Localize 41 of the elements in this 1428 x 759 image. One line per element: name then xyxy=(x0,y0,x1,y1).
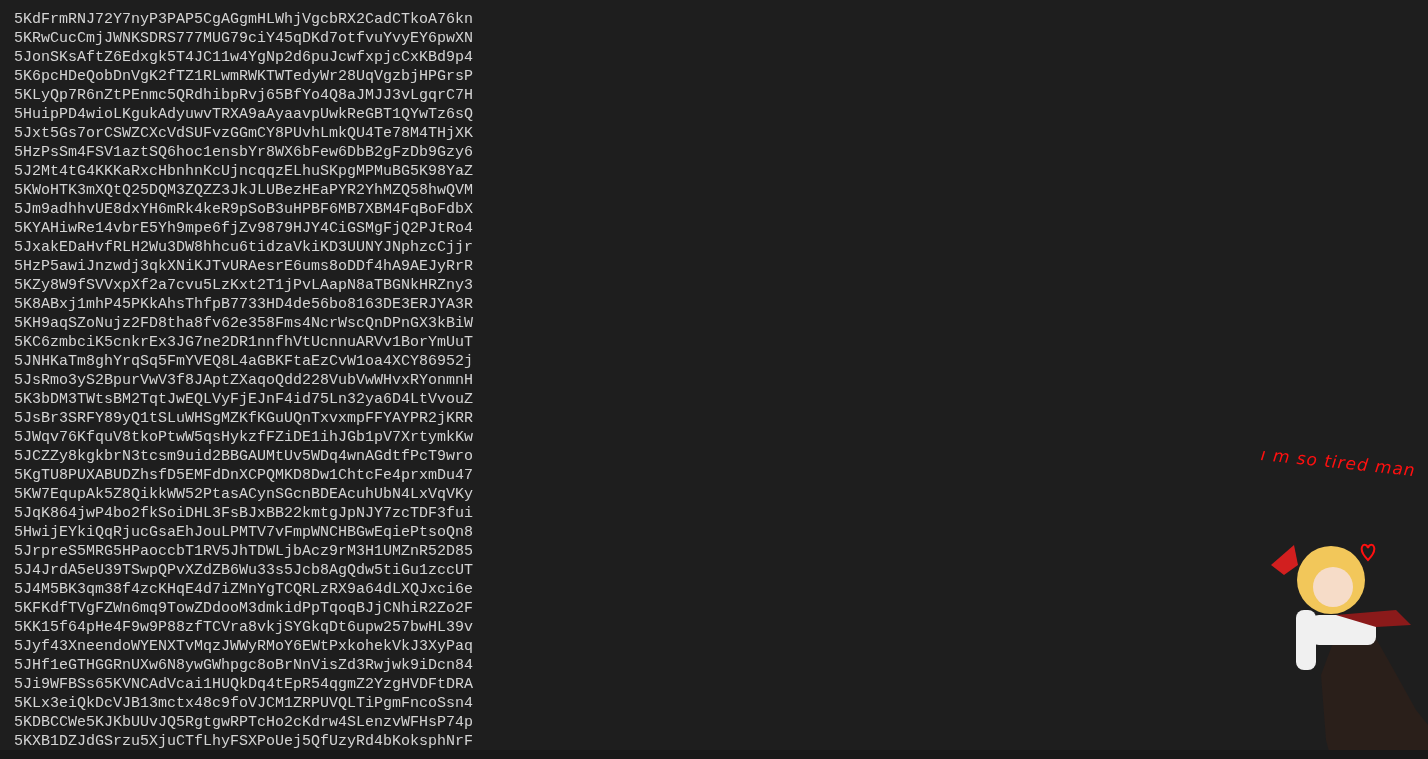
key-line: 5KgTU8PUXABUDZhsfD5EMFdDnXCPQMKD8Dw1ChtcFe4prxmDu47 xyxy=(14,466,474,485)
key-line: 5JqK864jwP4bo2fkSoiDHL3FsBJxBB22kmtgJpNJY7zcTDF3fui xyxy=(14,504,474,523)
key-line: 5KXB1DZJdGSrzu5XjuCTfLhyFSXPoUej5QfUzyRd4bKoksphNrF xyxy=(14,732,474,751)
key-line: 5JsBr3SRFY89yQ1tSLuWHSgMZKfKGuUQnTxvxmpFFYAYPR2jKRR xyxy=(14,409,474,428)
key-line: 5JNHKaTm8ghYrqSq5FmYVEQ8L4aGBKFtaEzCvW1oa4XCY86952j xyxy=(14,352,474,371)
key-line: 5KLyQp7R6nZtPEnmc5QRdhibpRvj65BfYo4Q8aJMJJ3vLgqrC7H xyxy=(14,86,474,105)
key-line: 5KK15f64pHe4F9w9P88zfTCVra8vkjSYGkqDt6upw257bwHL39v xyxy=(14,618,474,637)
key-line: 5JsRmo3yS2BpurVwV3f8JAptZXaqoQdd228VubVwWHvxRYonmnH xyxy=(14,371,474,390)
key-line: 5KW7EqupAk5Z8QikkWW52PtasACynSGcnBDEAcuhUbN4LxVqVKy xyxy=(14,485,474,504)
key-line: 5JonSKsAftZ6Edxgk5T4JC11w4YgNp2d6puJcwfxpjcCxKBd9p4 xyxy=(14,48,474,67)
key-line: 5KdFrmRNJ72Y7nyP3PAP5CgAGgmHLWhjVgcbRX2CadCTkoA76kn xyxy=(14,10,474,29)
key-line: 5HzP5awiJnzwdj3qkXNiKJTvURAesrE6ums8oDDf4hA9AEJyRrR xyxy=(14,257,474,276)
key-line: 5KZy8W9fSVVxpXf2a7cvu5LzKxt2T1jPvLAapN8aTBGNkHRZny3 xyxy=(14,276,474,295)
key-line: 5K6pcHDeQobDnVgK2fTZ1RLwmRWKTWTedyWr28UqVgzbjHPGrsP xyxy=(14,67,474,86)
key-line: 5JrpreS5MRG5HPaoccbT1RV5JhTDWLjbAcz9rM3H1UMZnR52D85 xyxy=(14,542,474,561)
key-line: 5J4M5BK3qm38f4zcKHqE4d7iZMnYgTCQRLzRX9a64dLXQJxci6e xyxy=(14,580,474,599)
key-line: 5JCZZy8kgkbrN3tcsm9uid2BBGAUMtUv5WDq4wnAGdtfPcT9wro xyxy=(14,447,474,466)
key-line: 5KFKdfTVgFZWn6mq9TowZDdooM3dmkidPpTqoqBJjCNhiR2Zo2F xyxy=(14,599,474,618)
key-line: 5K3bDM3TWtsBM2TqtJwEQLVyFjEJnF4id75Ln32ya6D4LtVvouZ xyxy=(14,390,474,409)
key-line: 5KWoHTK3mXQtQ25DQM3ZQZZ3JkJLUBezHEaPYR2YhMZQ58hwQVM xyxy=(14,181,474,200)
key-line: 5Ji9WFBSs65KVNCAdVcai1HUQkDq4tEpR54qgmZ2YzgHVDFtDRA xyxy=(14,675,474,694)
key-line: 5HuipPD4wioLKgukAdyuwvTRXA9aAyaavpUwkReGBT1QYwTz6sQ xyxy=(14,105,474,124)
key-line: 5KLx3eiQkDcVJB13mctx48c9foVJCM1ZRPUVQLTiPgmFncoSsn4 xyxy=(14,694,474,713)
key-line: 5J2Mt4tG4KKKaRxcHbnhnKcUjncqqzELhuSKpgMPMuBG5K98YaZ xyxy=(14,162,474,181)
key-line: 5HzPsSm4FSV1aztSQ6hoc1ensbYr8WX6bFew6DbB2gFzDb9Gzy6 xyxy=(14,143,474,162)
key-line: 5KH9aqSZoNujz2FD8tha8fv62e358Fms4NcrWscQnDPnGX3kBiW xyxy=(14,314,474,333)
key-line: 5K8ABxj1mhP45PKkAhsThfpB7733HD4de56bo8163DE3ERJYA3R xyxy=(14,295,474,314)
key-line: 5KYAHiwRe14vbrE5Yh9mpe6fjZv9879HJY4CiGSMgFjQ2PJtRo4 xyxy=(14,219,474,238)
key-line: 5Jxt5Gs7orCSWZCXcVdSUFvzGGmCY8PUvhLmkQU4Te78M4THjXK xyxy=(14,124,474,143)
key-line: 5Jyf43XneendoWYENXTvMqzJWWyRMoY6EWtPxkohekVkJ3XyPaq xyxy=(14,637,474,656)
handwritten-note: ı m so tired man xyxy=(1259,444,1417,481)
key-line: 5JxakEDaHvfRLH2Wu3DW8hhcu6tidzaVkiKD3UUNYJNphzcCjjr xyxy=(14,238,474,257)
key-line: 5HwijEYkiQqRjucGsaEhJouLPMTV7vFmpWNCHBGwEqiePtsoQn8 xyxy=(14,523,474,542)
key-line: 5KRwCucCmjJWNKSDRS777MUG79ciY45qDKd7otfvuYvyEY6pwXN xyxy=(14,29,474,48)
heart-icon xyxy=(1360,542,1376,562)
key-line: 5KDBCCWe5KJKbUUvJQ5RgtgwRPTcHo2cKdrw4SLenzvWFHsP74p xyxy=(14,713,474,732)
key-line: 5Jm9adhhvUE8dxYH6mRk4keR9pSoB3uHPBF6MB7XBM4FqBoFdbX xyxy=(14,200,474,219)
key-line: 5JWqv76KfquV8tkoPtwW5qsHykzfFZiDE1ihJGb1pV7XrtymkKw xyxy=(14,428,474,447)
key-line: 5J4JrdA5eU39TSwpQPvXZdZB6Wu33s5Jcb8AgQdw5tiGu1zccUT xyxy=(14,561,474,580)
key-line: 5JHf1eGTHGGRnUXw6N8ywGWhpgc8oBrNnVisZd3Rwjwk9iDcn84 xyxy=(14,656,474,675)
key-line: 5KC6zmbciK5cnkrEx3JG7ne2DR1nnfhVtUcnnuARVv1BorYmUuT xyxy=(14,333,474,352)
